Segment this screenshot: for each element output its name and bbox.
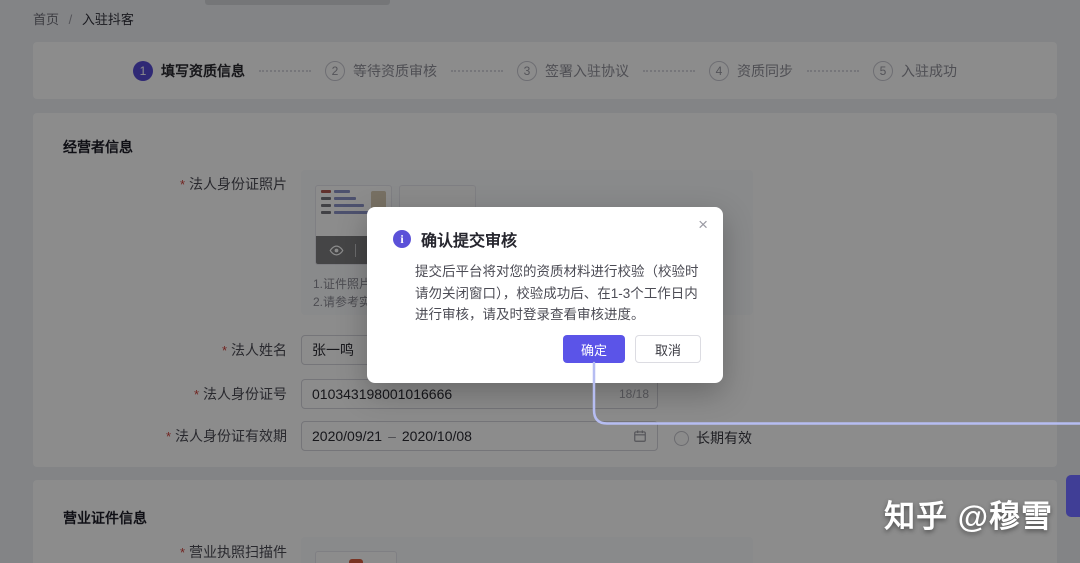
merchant-onboarding-page: 首页 / 入驻抖客 1 填写资质信息 2 等待资质审核 3 签署入驻协议 4 资 bbox=[0, 0, 1080, 563]
info-icon: i bbox=[393, 230, 411, 248]
confirm-submit-modal: × i 确认提交审核 提交后平台将对您的资质材料进行校验（校验时请勿关闭窗口），… bbox=[367, 207, 723, 383]
confirm-button[interactable]: 确定 bbox=[563, 335, 625, 363]
watermark-text: 知乎 @穆雪 bbox=[884, 499, 1053, 534]
close-icon[interactable]: × bbox=[698, 216, 708, 233]
zhihu-logo bbox=[1066, 475, 1080, 517]
modal-footer: 确定 取消 bbox=[563, 335, 701, 363]
modal-body-text: 提交后平台将对您的资质材料进行校验（校验时请勿关闭窗口），校验成功后、在1-3个… bbox=[415, 264, 699, 322]
modal-header: i 确认提交审核 bbox=[393, 227, 517, 251]
cancel-button[interactable]: 取消 bbox=[635, 335, 701, 363]
modal-title: 确认提交审核 bbox=[421, 233, 518, 250]
